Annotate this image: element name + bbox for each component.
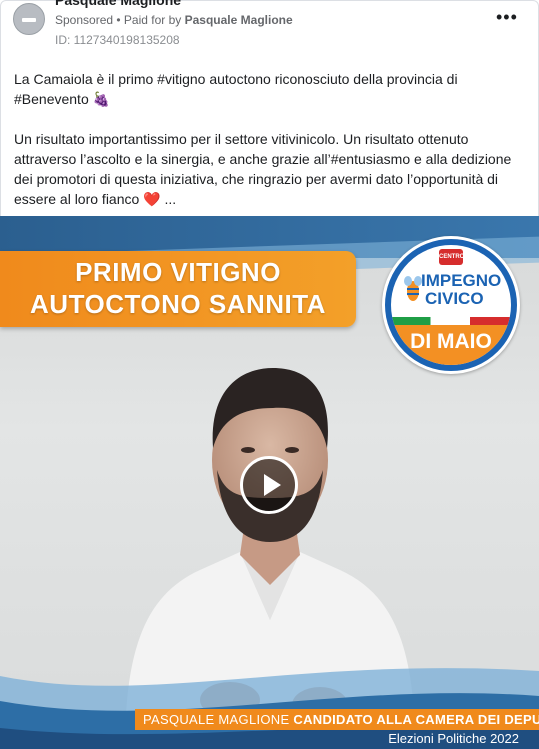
headline-line-2: AUTOCTONO SANNITA <box>30 289 326 319</box>
sponsored-label: Sponsored <box>55 13 114 27</box>
bee-icon <box>404 276 422 301</box>
logo-text-line-2: CIVICO <box>425 289 484 308</box>
ad-card: Pasquale Maglione Sponsored • Paid for b… <box>0 0 539 749</box>
post-paragraph-2: Un risultato importantissimo per il sett… <box>14 129 524 209</box>
sponsored-line: Sponsored • Paid for by Pasquale Maglion… <box>55 13 293 27</box>
advertiser-name[interactable]: Pasquale Maglione <box>185 13 293 27</box>
post-paragraph-2-text: Un risultato importantissimo per il sett… <box>14 131 512 207</box>
ad-id: ID: 1127340198135208 <box>55 33 180 47</box>
heart-emoji-icon: ❤️ <box>143 191 161 207</box>
logo-bottom-label: DI MAIO <box>391 325 511 365</box>
see-more-link[interactable]: ... <box>161 191 177 207</box>
logo-text-line-1: IMPEGNO <box>421 271 502 290</box>
post-paragraph-1: La Camaiola è il primo #vitigno autocton… <box>14 71 458 107</box>
lower-third-text: PASQUALE MAGLIONE CANDIDATO ALLA CAMERA … <box>143 712 539 727</box>
candidate-role: CANDIDATO ALLA CAMERA DEI DEPUTATI <box>293 712 539 727</box>
logo-top-badge: CENTRO <box>439 249 464 265</box>
video-player[interactable]: PRIMO VITIGNO AUTOCTONO SANNITA CENTRO I… <box>0 216 539 749</box>
play-icon <box>264 474 281 496</box>
name-lower-third: PASQUALE MAGLIONE CANDIDATO ALLA CAMERA … <box>135 709 539 730</box>
page-avatar[interactable] <box>13 3 45 35</box>
candidate-name: PASQUALE MAGLIONE <box>143 712 290 727</box>
video-headline-banner: PRIMO VITIGNO AUTOCTONO SANNITA <box>0 251 356 327</box>
logo-inner: CENTRO IMPEGNO CIVICO DI MAIO <box>391 245 511 365</box>
paid-for-by-label: Paid for by <box>123 13 185 27</box>
election-label: Elezioni Politiche 2022 <box>388 731 519 746</box>
party-logo: CENTRO IMPEGNO CIVICO DI MAIO <box>382 236 520 374</box>
separator: • <box>113 13 124 27</box>
post-text: La Camaiola è il primo #vitigno autocton… <box>14 69 524 209</box>
logo-italian-flag-stripe <box>391 317 511 325</box>
avatar-placeholder-icon <box>22 18 36 22</box>
headline-line-1: PRIMO VITIGNO <box>75 257 281 287</box>
more-options-icon[interactable]: ••• <box>496 8 518 26</box>
page-name[interactable]: Pasquale Maglione <box>55 0 181 8</box>
play-button[interactable] <box>240 456 298 514</box>
